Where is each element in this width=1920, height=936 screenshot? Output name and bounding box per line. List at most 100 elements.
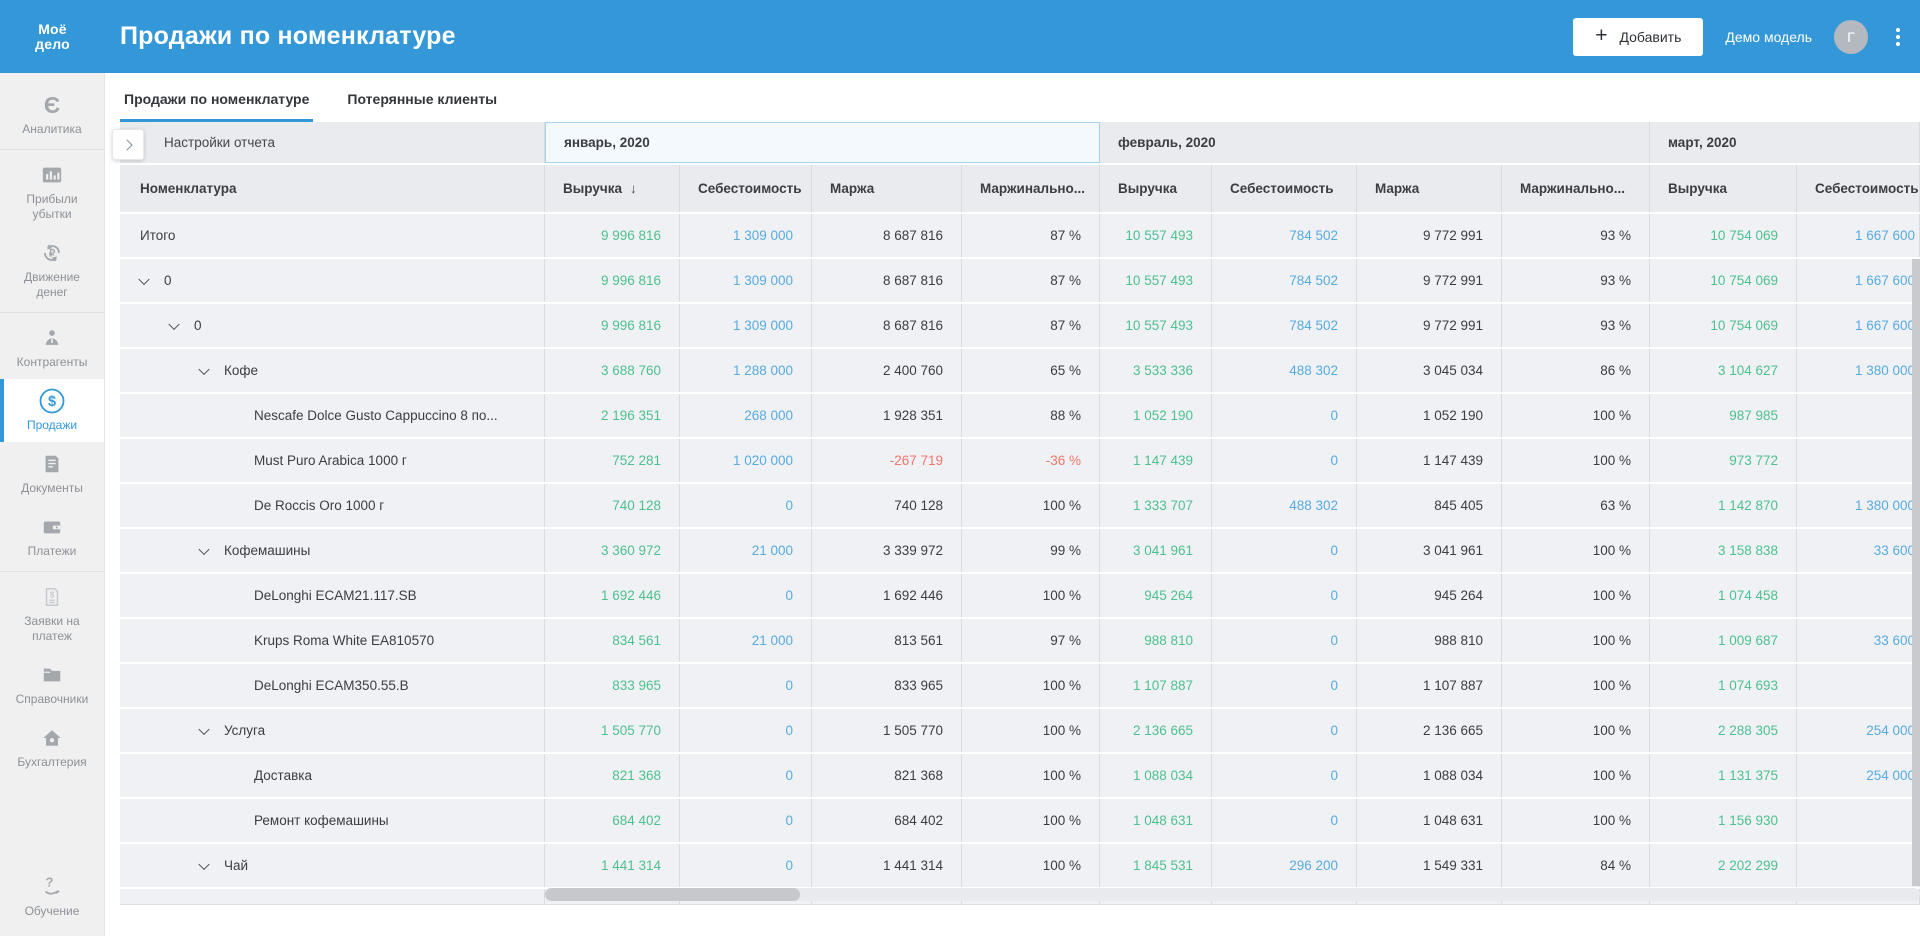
sidebar-item-payment-requests[interactable]: $Заявки на платеж bbox=[0, 575, 104, 653]
table-row[interactable]: Ремонт кофемашины684 4020684 402100 %1 0… bbox=[120, 799, 1920, 842]
row-name-cell: Ассам bbox=[120, 889, 545, 905]
chevron-down-icon[interactable] bbox=[168, 318, 179, 329]
value-cell: 945 264 bbox=[1357, 574, 1502, 617]
chevron-down-icon[interactable] bbox=[198, 858, 209, 869]
column-header-metric[interactable]: Маржинально... bbox=[1502, 165, 1650, 212]
column-header-metric[interactable]: Выручка↓ bbox=[545, 165, 680, 212]
svg-text:$: $ bbox=[50, 590, 55, 599]
value-cell: 1 441 314 bbox=[812, 844, 962, 887]
value-cell: 100 % bbox=[962, 709, 1100, 752]
value-cell: 1 009 687 bbox=[1650, 619, 1797, 662]
value-cell: 1 142 870 bbox=[1650, 484, 1797, 527]
sidebar-item-payments[interactable]: Платежи bbox=[0, 505, 104, 568]
value-cell: 3 041 961 bbox=[1357, 529, 1502, 572]
table-row[interactable]: DeLonghi ECAM350.55.B833 9650833 965100 … bbox=[120, 664, 1920, 707]
value-cell: 0 bbox=[1212, 439, 1357, 482]
sidebar-divider bbox=[0, 571, 104, 572]
value-cell: 1 020 000 bbox=[680, 439, 812, 482]
value-cell: 0 bbox=[1212, 754, 1357, 797]
row-name-label: DeLonghi ECAM21.117.SB bbox=[254, 588, 417, 603]
table-row[interactable]: DeLonghi ECAM21.117.SB1 692 44601 692 44… bbox=[120, 574, 1920, 617]
sidebar-item-accounting[interactable]: Бухгалтерия bbox=[0, 716, 104, 779]
report-settings-label: Настройки отчета bbox=[120, 122, 545, 163]
value-cell: 684 402 bbox=[812, 799, 962, 842]
column-header-nomenclature[interactable]: Номенклатура bbox=[120, 165, 545, 212]
column-header-metric[interactable]: Маржа bbox=[1357, 165, 1502, 212]
sidebar-item-documents[interactable]: Документы bbox=[0, 442, 104, 505]
sidebar-item-references[interactable]: Справочники bbox=[0, 653, 104, 716]
column-header-metric[interactable]: Себестоимость bbox=[1212, 165, 1357, 212]
row-name-label: Ремонт кофемашины bbox=[254, 813, 389, 828]
table-row[interactable]: Доставка821 3680821 368100 %1 088 03401 … bbox=[120, 754, 1920, 797]
tab-1[interactable]: Продажи по номенклатуре bbox=[120, 91, 313, 122]
value-cell: 1 107 887 bbox=[1100, 664, 1212, 707]
table-row[interactable]: Услуга1 505 77001 505 770100 %2 136 6650… bbox=[120, 709, 1920, 752]
kebab-menu-icon[interactable] bbox=[1890, 24, 1906, 50]
value-cell: 84 % bbox=[1502, 844, 1650, 887]
value-cell bbox=[1797, 844, 1920, 887]
sidebar-item-money-flow[interactable]: ₽Движение денег bbox=[0, 231, 104, 309]
collapse-settings-button[interactable] bbox=[112, 129, 144, 160]
table-row[interactable]: Чай1 441 31401 441 314100 %1 845 531296 … bbox=[120, 844, 1920, 887]
value-cell: 752 281 bbox=[545, 439, 680, 482]
sidebar-divider bbox=[0, 312, 104, 313]
table-row[interactable]: Must Puro Arabica 1000 г752 2811 020 000… bbox=[120, 439, 1920, 482]
month-column-header-1[interactable]: январь, 2020 bbox=[545, 122, 1100, 163]
value-cell bbox=[1797, 574, 1920, 617]
row-name-cell: 0 bbox=[120, 259, 545, 302]
value-cell: 833 965 bbox=[545, 664, 680, 707]
table-row[interactable]: Кофемашины3 360 97221 0003 339 97299 %3 … bbox=[120, 529, 1920, 572]
sidebar-item-analytics[interactable]: ЄАналитика bbox=[0, 83, 104, 146]
plus-icon: + bbox=[1595, 25, 1607, 46]
table-row[interactable]: De Roccis Oro 1000 г740 1280740 128100 %… bbox=[120, 484, 1920, 527]
value-cell: 1 667 600 bbox=[1797, 304, 1920, 347]
table-row[interactable]: Итого9 996 8161 309 0008 687 81687 %10 5… bbox=[120, 214, 1920, 257]
column-header-metric[interactable]: Маржа bbox=[812, 165, 962, 212]
value-cell: 2 202 299 bbox=[1650, 844, 1797, 887]
add-button[interactable]: + Добавить bbox=[1573, 18, 1703, 56]
app-logo[interactable]: Моё дело bbox=[0, 22, 105, 51]
table-row[interactable]: Кофе3 688 7601 288 0002 400 76065 %3 533… bbox=[120, 349, 1920, 392]
value-cell: 488 302 bbox=[1212, 349, 1357, 392]
horizontal-scrollbar-thumb[interactable] bbox=[545, 888, 800, 901]
column-header-metric[interactable]: Выручка bbox=[1100, 165, 1212, 212]
value-cell: 2 288 305 bbox=[1650, 709, 1797, 752]
value-cell: 3 339 972 bbox=[812, 529, 962, 572]
sidebar-item-label: Прибыли убытки bbox=[8, 192, 96, 222]
vertical-scrollbar-thumb[interactable] bbox=[1912, 259, 1920, 886]
sidebar-item-profit-loss[interactable]: Прибыли убытки bbox=[0, 153, 104, 231]
table-row[interactable]: Krups Roma White EA810570834 56121 00081… bbox=[120, 619, 1920, 662]
value-cell: 2 136 665 bbox=[1357, 709, 1502, 752]
column-header-metric[interactable]: Маржинально... bbox=[962, 165, 1100, 212]
chevron-down-icon[interactable] bbox=[198, 723, 209, 734]
sidebar-item-education[interactable]: ?Обучение bbox=[0, 865, 104, 928]
logo-line-2: дело bbox=[0, 37, 105, 52]
column-header-metric[interactable]: Выручка bbox=[1650, 165, 1797, 212]
row-name-cell: DeLonghi ECAM350.55.B bbox=[120, 664, 545, 707]
column-header-metric[interactable]: Себестоимость bbox=[680, 165, 812, 212]
tab-2[interactable]: Потерянные клиенты bbox=[343, 91, 501, 122]
column-header-row: НоменклатураВыручка↓СебестоимостьМаржаМа… bbox=[120, 165, 1920, 212]
month-column-header-2[interactable]: февраль, 2020 bbox=[1100, 122, 1650, 163]
row-name-label: Доставка bbox=[254, 768, 312, 783]
value-cell: 834 561 bbox=[545, 619, 680, 662]
value-cell: 0 bbox=[680, 799, 812, 842]
value-cell: 33 600 bbox=[1797, 529, 1920, 572]
horizontal-scrollbar[interactable] bbox=[545, 888, 1920, 901]
avatar[interactable]: Г bbox=[1834, 20, 1868, 54]
month-column-header-3[interactable]: март, 2020 bbox=[1650, 122, 1920, 163]
chevron-down-icon[interactable] bbox=[198, 543, 209, 554]
row-name-label: DeLonghi ECAM350.55.B bbox=[254, 678, 409, 693]
table-row[interactable]: 09 996 8161 309 0008 687 81687 %10 557 4… bbox=[120, 304, 1920, 347]
chevron-down-icon[interactable] bbox=[198, 363, 209, 374]
sort-desc-icon[interactable]: ↓ bbox=[630, 181, 637, 196]
value-cell bbox=[1797, 394, 1920, 437]
value-cell: 488 302 bbox=[1212, 484, 1357, 527]
sidebar-item-counterparties[interactable]: Контрагенты bbox=[0, 316, 104, 379]
sidebar-item-sales[interactable]: $Продажи bbox=[0, 379, 104, 442]
value-cell: 10 754 069 bbox=[1650, 214, 1797, 257]
table-row[interactable]: Nescafe Dolce Gusto Cappuccino 8 по...2 … bbox=[120, 394, 1920, 437]
column-header-metric[interactable]: Себестоимость bbox=[1797, 165, 1920, 212]
table-row[interactable]: 09 996 8161 309 0008 687 81687 %10 557 4… bbox=[120, 259, 1920, 302]
chevron-down-icon[interactable] bbox=[138, 273, 149, 284]
